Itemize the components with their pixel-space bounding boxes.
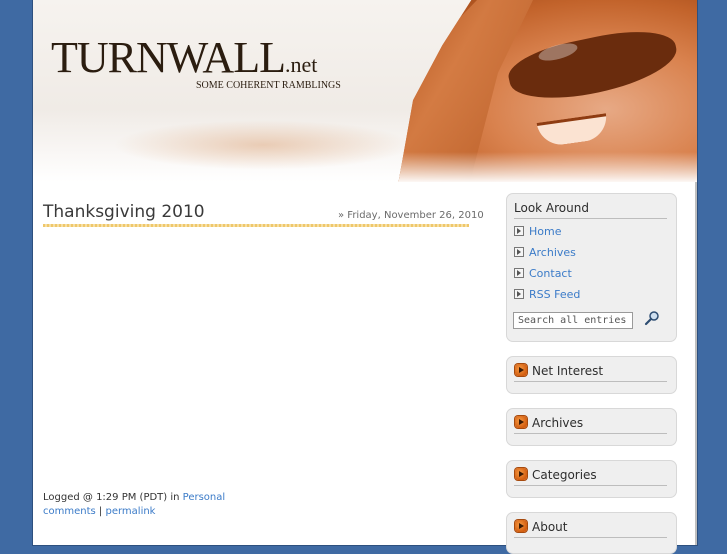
nav-item-archives[interactable]: Archives <box>514 246 576 259</box>
arrow-icon <box>514 268 524 278</box>
title-divider <box>43 224 469 227</box>
nav-item-rss-feed[interactable]: RSS Feed <box>514 288 580 301</box>
box-title: Archives <box>532 416 584 430</box>
nav-label: Contact <box>529 267 572 280</box>
nav-label: Archives <box>529 246 576 259</box>
site-header: TURNWALL.net SOME COHERENT RAMBLINGS <box>33 0 697 182</box>
arrow-icon <box>514 247 524 257</box>
look-around-rule <box>514 218 667 219</box>
site-logo[interactable]: TURNWALL.net SOME COHERENT RAMBLINGS <box>51 33 341 92</box>
nav-item-home[interactable]: Home <box>514 225 561 238</box>
site-tagline: SOME COHERENT RAMBLINGS <box>196 80 341 91</box>
box-rule <box>514 537 667 538</box>
box-title: Categories <box>532 468 597 482</box>
header-swirl <box>113 120 413 170</box>
post-meta: Logged @ 1:29 PM (PDT) in Personal comme… <box>43 491 225 519</box>
page-container: TURNWALL.net SOME COHERENT RAMBLINGS Tha… <box>33 0 697 554</box>
net-interest-box[interactable]: Net Interest <box>506 356 677 394</box>
box-rule <box>514 381 667 382</box>
orange-arrow-icon <box>515 364 527 376</box>
nav-label: Home <box>529 225 562 238</box>
logo-suffix: .net <box>284 52 318 77</box>
category-link[interactable]: Personal <box>183 492 226 503</box>
arrow-icon <box>514 289 524 299</box>
box-title: Net Interest <box>532 364 604 378</box>
box-rule <box>514 485 667 486</box>
logged-text: Logged @ 1:29 PM (PDT) in <box>43 492 183 503</box>
box-title: About <box>532 520 568 534</box>
photo-sunglasses <box>504 20 682 111</box>
logo-main: TURNWALL <box>51 33 286 82</box>
orange-arrow-icon <box>515 416 527 428</box>
post-title[interactable]: Thanksgiving 2010 <box>43 202 205 222</box>
permalink-link[interactable]: permalink <box>105 506 155 517</box>
comments-link[interactable]: comments <box>43 506 96 517</box>
post-date: » Friday, November 26, 2010 <box>338 210 484 221</box>
photo-smile <box>536 113 610 148</box>
archives-box[interactable]: Archives <box>506 408 677 446</box>
search-input[interactable] <box>513 312 633 329</box>
search-icon[interactable] <box>644 310 660 326</box>
orange-arrow-icon <box>515 520 527 532</box>
orange-arrow-icon <box>515 468 527 480</box>
nav-item-contact[interactable]: Contact <box>514 267 572 280</box>
categories-box[interactable]: Categories <box>506 460 677 498</box>
meta-separator: | <box>98 506 103 517</box>
nav-label: RSS Feed <box>529 288 581 301</box>
about-box[interactable]: About <box>506 512 677 554</box>
look-around-title: Look Around <box>514 201 589 215</box>
box-rule <box>514 433 667 434</box>
look-around-box: Look Around Home Archives Contact RSS Fe… <box>506 193 677 342</box>
arrow-icon <box>514 226 524 236</box>
